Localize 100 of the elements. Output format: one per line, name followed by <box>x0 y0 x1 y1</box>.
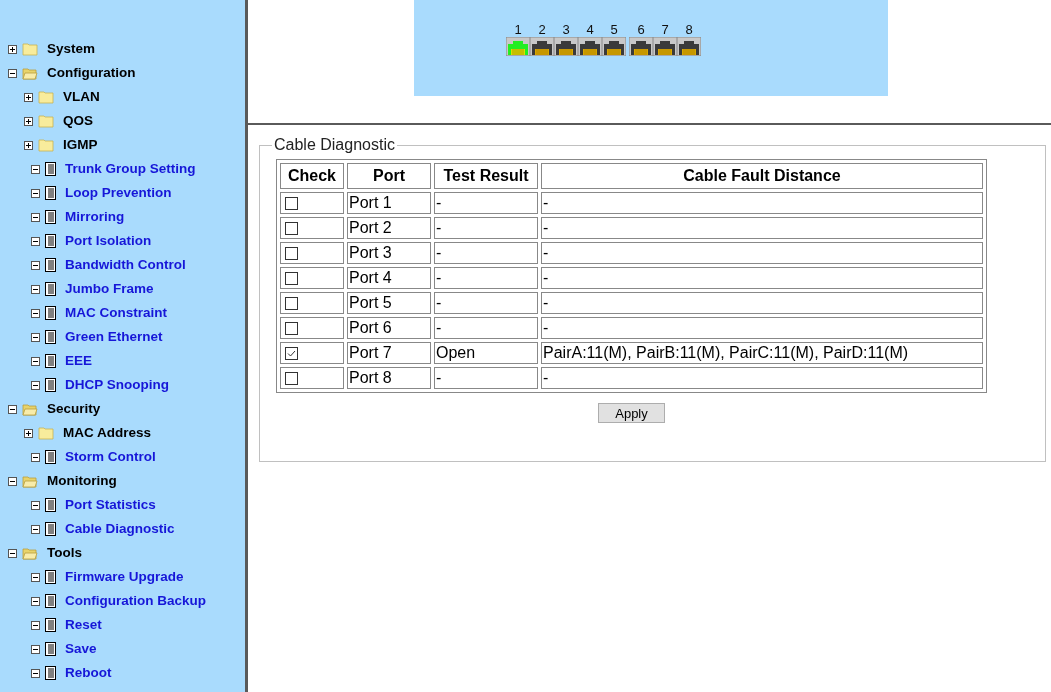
collapse-icon[interactable] <box>31 500 40 510</box>
menu-link[interactable]: EEE <box>65 350 92 372</box>
collapse-icon[interactable] <box>31 356 40 366</box>
menu-link[interactable]: MAC Constraint <box>65 302 167 324</box>
expand-icon[interactable] <box>24 140 33 150</box>
document-icon <box>45 210 56 224</box>
collapse-icon[interactable] <box>31 620 40 630</box>
collapse-icon[interactable] <box>31 188 40 198</box>
menu-link[interactable]: Loop Prevention <box>65 182 172 204</box>
menu-link[interactable]: Trunk Group Setting <box>65 158 196 180</box>
collapse-icon[interactable] <box>31 668 40 678</box>
folder-icon <box>38 90 54 104</box>
menu-link[interactable]: DHCP Snooping <box>65 374 169 396</box>
ethernet-port-icon[interactable] <box>554 37 578 56</box>
document-icon <box>45 642 56 656</box>
ethernet-port-icon[interactable] <box>602 37 626 56</box>
table-cell: Port 7 <box>347 342 431 364</box>
collapse-icon[interactable] <box>8 548 17 558</box>
menu-folder[interactable]: VLAN <box>63 86 100 108</box>
table-cell: - <box>541 267 983 289</box>
folder-icon <box>38 426 54 440</box>
collapse-icon[interactable] <box>31 212 40 222</box>
document-icon <box>45 666 56 680</box>
menu-folder[interactable]: Configuration <box>47 62 136 84</box>
ethernet-port-icon[interactable] <box>653 37 677 56</box>
document-icon <box>45 570 56 584</box>
ethernet-port-icon[interactable] <box>629 37 653 56</box>
collapse-icon[interactable] <box>31 452 40 462</box>
table-cell: - <box>434 242 538 264</box>
collapse-icon[interactable] <box>31 284 40 294</box>
collapse-icon[interactable] <box>8 68 17 78</box>
table-cell: PairA:11(M), PairB:11(M), PairC:11(M), PairD:11(M) <box>541 342 983 364</box>
menu-folder[interactable]: MAC Address <box>63 422 151 444</box>
expand-icon[interactable] <box>24 428 33 438</box>
table-cell: - <box>434 292 538 314</box>
menu-folder[interactable]: QOS <box>63 110 93 132</box>
menu-link[interactable]: Save <box>65 638 97 660</box>
collapse-icon[interactable] <box>31 644 40 654</box>
document-icon <box>45 282 56 296</box>
collapse-icon[interactable] <box>31 380 40 390</box>
menu-link[interactable]: Green Ethernet <box>65 326 163 348</box>
expand-icon[interactable] <box>24 116 33 126</box>
menu-link[interactable]: Reset <box>65 614 102 636</box>
port-number: 7 <box>661 23 669 37</box>
checkbox[interactable] <box>285 321 298 335</box>
menu-link[interactable]: Storm Control <box>65 446 156 468</box>
collapse-icon[interactable] <box>31 260 40 270</box>
collapse-icon[interactable] <box>31 236 40 246</box>
menu-folder[interactable]: IGMP <box>63 134 98 156</box>
collapse-icon[interactable] <box>31 596 40 606</box>
menu-folder[interactable]: Monitoring <box>47 470 117 492</box>
table-cell: - <box>541 367 983 389</box>
port-number: 4 <box>586 23 594 37</box>
menu-link[interactable]: Jumbo Frame <box>65 278 154 300</box>
port-number: 1 <box>514 23 522 37</box>
collapse-icon[interactable] <box>31 332 40 342</box>
document-icon <box>45 354 56 368</box>
menu-folder[interactable]: Tools <box>47 542 82 564</box>
menu-link[interactable]: Bandwidth Control <box>65 254 186 276</box>
menu-link[interactable]: Mirroring <box>65 206 125 228</box>
document-icon <box>45 522 56 536</box>
ethernet-port-icon[interactable] <box>530 37 554 56</box>
collapse-icon[interactable] <box>31 308 40 318</box>
apply-button[interactable]: Apply <box>598 403 665 423</box>
table-cell: Port 1 <box>347 192 431 214</box>
ethernet-port-icon[interactable] <box>578 37 602 56</box>
ethernet-port-icon[interactable] <box>677 37 701 56</box>
checkbox[interactable] <box>285 271 298 285</box>
menu-link[interactable]: Port Statistics <box>65 494 156 516</box>
menu-link[interactable]: Cable Diagnostic <box>65 518 175 540</box>
menu-link[interactable]: Firmware Upgrade <box>65 566 184 588</box>
document-icon <box>45 330 56 344</box>
collapse-icon[interactable] <box>8 476 17 486</box>
panel-title: Cable Diagnostic <box>273 135 396 155</box>
menu-link[interactable]: Configuration Backup <box>65 590 206 612</box>
table-cell: Port 5 <box>347 292 431 314</box>
menu-link[interactable]: Reboot <box>65 662 112 684</box>
checkbox[interactable] <box>285 196 298 210</box>
menu-folder[interactable]: Security <box>47 398 101 420</box>
collapse-icon[interactable] <box>8 404 17 414</box>
document-icon <box>45 450 56 464</box>
expand-icon[interactable] <box>24 92 33 102</box>
document-icon <box>45 378 56 392</box>
expand-icon[interactable] <box>8 44 17 54</box>
collapse-icon[interactable] <box>31 164 40 174</box>
collapse-icon[interactable] <box>31 524 40 534</box>
folder-icon <box>22 42 38 56</box>
menu-link[interactable]: Port Isolation <box>65 230 152 252</box>
collapse-icon[interactable] <box>31 572 40 582</box>
column-header: Port <box>347 163 431 189</box>
checkbox[interactable] <box>285 346 298 360</box>
checkbox[interactable] <box>285 371 298 385</box>
document-icon <box>45 618 56 632</box>
menu-folder[interactable]: System <box>47 38 96 60</box>
checkbox[interactable] <box>285 296 298 310</box>
open-folder-icon <box>22 546 38 560</box>
table-cell: - <box>541 317 983 339</box>
checkbox[interactable] <box>285 221 298 235</box>
checkbox[interactable] <box>285 246 298 260</box>
table-cell: - <box>434 217 538 239</box>
